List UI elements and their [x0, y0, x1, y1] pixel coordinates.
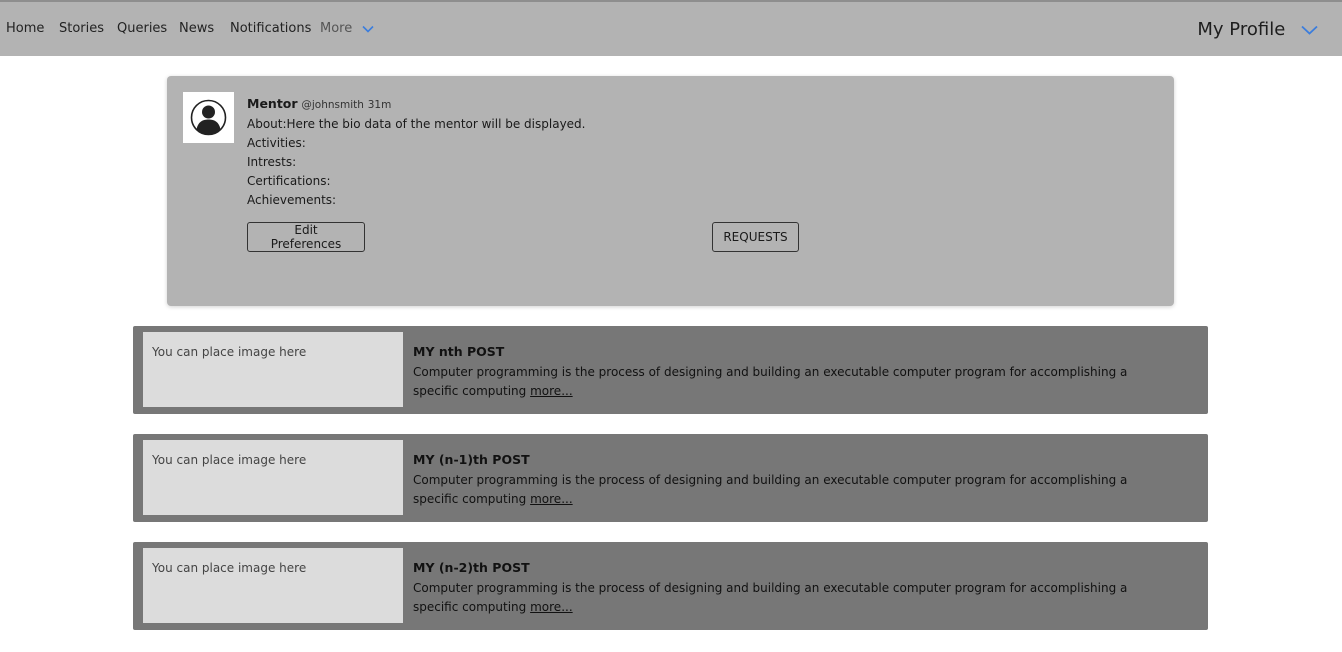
nav-stories[interactable]: Stories [59, 21, 104, 36]
post-body: Computer programming is the process of d… [413, 363, 1173, 401]
nav-notifications[interactable]: Notifications [230, 21, 311, 36]
avatar[interactable] [183, 92, 234, 143]
mentor-header: Mentor @johnsmith 31m [247, 94, 585, 115]
mentor-bio: Mentor @johnsmith 31m About:Here the bio… [247, 94, 585, 210]
top-navbar: Home Stories Queries News Notifications … [0, 2, 1342, 56]
mentor-activities: Activities: [247, 136, 306, 150]
mentor-handle[interactable]: @johnsmith [301, 99, 364, 111]
edit-preferences-button[interactable]: Edit Preferences [247, 222, 365, 252]
mentor-profile-card: Mentor @johnsmith 31m About:Here the bio… [167, 76, 1174, 306]
post-title: MY nth POST [413, 344, 505, 359]
mentor-achievements: Achievements: [247, 193, 337, 207]
my-profile-dropdown[interactable]: My Profile [1197, 19, 1318, 40]
post-title: MY (n-1)th POST [413, 452, 530, 467]
nav-more-label: More [320, 21, 353, 36]
post-card: You can place image here MY (n-1)th POST… [133, 434, 1208, 522]
mentor-certifications: Certifications: [247, 174, 331, 188]
post-card: You can place image here MY (n-2)th POST… [133, 542, 1208, 630]
post-excerpt: Computer programming is the process of d… [413, 581, 1128, 614]
nav-home[interactable]: Home [6, 21, 44, 36]
mentor-role: Mentor [247, 96, 298, 111]
post-image-placeholder: You can place image here [143, 440, 403, 515]
chevron-down-icon [1301, 25, 1318, 35]
mentor-about: About:Here the bio data of the mentor wi… [247, 117, 586, 131]
read-more-link[interactable]: more... [530, 600, 573, 614]
post-body: Computer programming is the process of d… [413, 471, 1173, 509]
nav-queries[interactable]: Queries [117, 21, 167, 36]
requests-button[interactable]: REQUESTS [712, 222, 799, 252]
nav-more-dropdown[interactable]: More [320, 21, 374, 36]
user-avatar-icon [190, 99, 227, 136]
post-card: You can place image here MY nth POST Com… [133, 326, 1208, 414]
post-excerpt: Computer programming is the process of d… [413, 473, 1128, 506]
post-title: MY (n-2)th POST [413, 560, 530, 575]
chevron-down-icon [362, 25, 374, 33]
my-profile-label: My Profile [1197, 19, 1286, 40]
post-excerpt: Computer programming is the process of d… [413, 365, 1128, 398]
mentor-time: 31m [367, 99, 392, 111]
mentor-interests: Intrests: [247, 155, 297, 169]
post-image-placeholder: You can place image here [143, 332, 403, 407]
nav-news[interactable]: News [179, 21, 214, 36]
read-more-link[interactable]: more... [530, 492, 573, 506]
post-body: Computer programming is the process of d… [413, 579, 1173, 617]
post-image-placeholder: You can place image here [143, 548, 403, 623]
read-more-link[interactable]: more... [530, 384, 573, 398]
